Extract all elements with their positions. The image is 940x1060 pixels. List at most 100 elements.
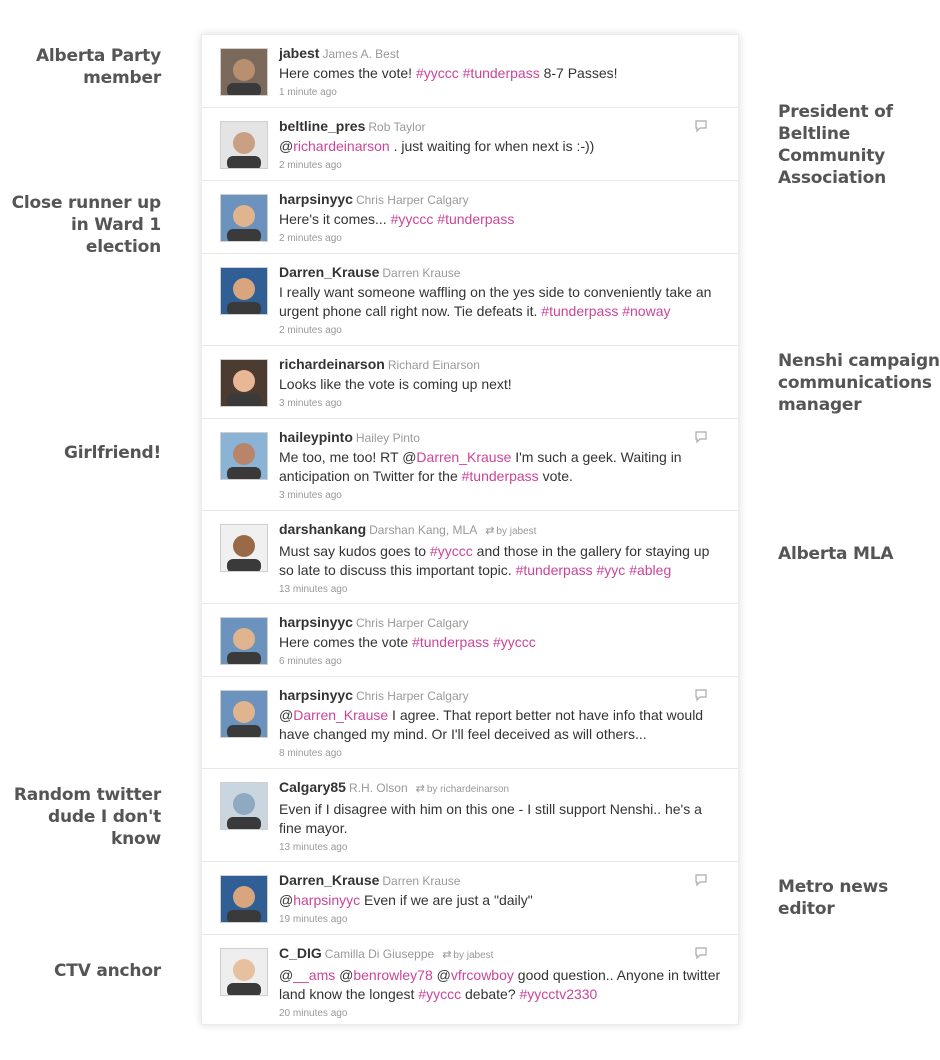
annotation-left-2: Girlfriend! xyxy=(64,442,161,464)
reply-icon[interactable] xyxy=(694,430,708,444)
tweet-link[interactable]: #tunderpass xyxy=(462,468,539,484)
tweet-text: Even if I disagree with him on this one … xyxy=(279,800,724,838)
tweet-item[interactable]: C_DIG Camilla Di Giuseppe ⇄ by jabest @__ams… xyxy=(202,935,738,1024)
tweet-link[interactable]: #tunderpass xyxy=(516,562,593,578)
avatar[interactable] xyxy=(220,121,268,169)
tweet-item[interactable]: jabest James A. Best Here comes the vote! … xyxy=(202,35,738,108)
annotation-line: manager xyxy=(778,395,862,415)
tweet-timestamp[interactable]: 1 minute ago xyxy=(279,86,724,100)
tweet-timestamp[interactable]: 8 minutes ago xyxy=(279,747,724,761)
tweet-handle[interactable]: C_DIG xyxy=(279,945,322,961)
tweet-link[interactable]: #tunderpass xyxy=(463,65,540,81)
tweet-link[interactable]: #tunderpass xyxy=(412,634,489,650)
annotation-line: Community xyxy=(778,146,886,166)
tweet-author-name: Darren Krause xyxy=(382,266,461,280)
tweet-timestamp[interactable]: 20 minutes ago xyxy=(279,1007,724,1021)
tweet-link[interactable]: #yyccc xyxy=(430,543,473,559)
tweet-handle[interactable]: Darren_Krause xyxy=(279,264,379,280)
tweet-link[interactable]: #yyc xyxy=(597,562,626,578)
tweet-author-name: Camilla Di Giuseppe xyxy=(324,947,435,961)
avatar[interactable] xyxy=(220,194,268,242)
avatar[interactable] xyxy=(220,782,268,830)
tweet-link[interactable]: Darren_Krause xyxy=(416,449,511,465)
retweeted-by[interactable]: by jabest xyxy=(453,950,493,961)
tweet-item[interactable]: Darren_Krause Darren Krause I really want … xyxy=(202,254,738,346)
tweet-link[interactable]: benrowley78 xyxy=(353,967,432,983)
avatar[interactable] xyxy=(220,359,268,407)
tweet-item[interactable]: harpsinyyc Chris Harper Calgary Here's it … xyxy=(202,181,738,254)
tweet-link[interactable]: Darren_Krause xyxy=(293,707,388,723)
avatar[interactable] xyxy=(220,524,268,572)
tweet-link[interactable]: #yycctv2330 xyxy=(520,986,598,1002)
annotation-line: member xyxy=(83,68,161,88)
avatar[interactable] xyxy=(220,48,268,96)
tweet-link[interactable]: #yyccc xyxy=(416,65,459,81)
tweet-text-segment: Must say kudos goes to xyxy=(279,543,430,559)
tweet-handle[interactable]: Calgary85 xyxy=(279,779,346,795)
annotation-left-4: CTV anchor xyxy=(54,960,161,982)
tweet-author-name: R.H. Olson xyxy=(348,781,408,795)
avatar[interactable] xyxy=(220,875,268,923)
avatar[interactable] xyxy=(220,948,268,996)
tweet-link[interactable]: #ableg xyxy=(629,562,671,578)
reply-icon[interactable] xyxy=(694,946,708,960)
tweet-link[interactable]: #yyccc xyxy=(391,211,434,227)
tweet-timestamp[interactable]: 3 minutes ago xyxy=(279,397,724,411)
reply-icon[interactable] xyxy=(694,688,708,702)
tweet-handle[interactable]: harpsinyyc xyxy=(279,687,353,703)
tweet-handle[interactable]: haileypinto xyxy=(279,429,353,445)
tweet-handle[interactable]: harpsinyyc xyxy=(279,191,353,207)
tweet-timestamp[interactable]: 3 minutes ago xyxy=(279,489,724,503)
tweet-link[interactable]: #noway xyxy=(622,303,670,319)
tweet-link[interactable]: vfrcowboy xyxy=(451,967,514,983)
tweet-handle[interactable]: Darren_Krause xyxy=(279,872,379,888)
tweet-item[interactable]: haileypinto Hailey Pinto Me too, me too! R… xyxy=(202,419,738,511)
tweet-handle[interactable]: darshankang xyxy=(279,521,366,537)
annotation-line: Girlfriend! xyxy=(64,443,161,463)
tweet-timestamp[interactable]: 13 minutes ago xyxy=(279,583,724,597)
reply-icon[interactable] xyxy=(694,873,708,887)
avatar[interactable] xyxy=(220,617,268,665)
tweet-timeline: jabest James A. Best Here comes the vote! … xyxy=(201,34,739,1025)
tweet-timestamp[interactable]: 2 minutes ago xyxy=(279,159,724,173)
tweet-link[interactable]: #tunderpass xyxy=(541,303,618,319)
annotation-line: in Ward 1 election xyxy=(71,215,161,257)
tweet-timestamp[interactable]: 2 minutes ago xyxy=(279,232,724,246)
avatar[interactable] xyxy=(220,432,268,480)
annotation-line: Alberta MLA xyxy=(778,544,894,564)
tweet-author-name: Rob Taylor xyxy=(368,120,426,134)
tweet-text: Here comes the vote #tunderpass #yyccc xyxy=(279,633,724,652)
annotation-left-3: Random twitter dude I don't know xyxy=(14,784,161,850)
tweet-handle[interactable]: beltline_pres xyxy=(279,118,365,134)
tweet-item[interactable]: richardeinarson Richard Einarson Looks lik… xyxy=(202,346,738,419)
reply-icon[interactable] xyxy=(694,119,708,133)
tweet-text-segment: @ xyxy=(335,967,354,983)
tweet-text-segment: @ xyxy=(432,967,451,983)
tweet-link[interactable]: #tunderpass xyxy=(437,211,514,227)
tweet-item[interactable]: harpsinyyc Chris Harper Calgary Here comes… xyxy=(202,604,738,677)
tweet-link[interactable]: #yyccc xyxy=(418,986,461,1002)
annotation-line: Beltline xyxy=(778,124,851,144)
tweet-item[interactable]: harpsinyyc Chris Harper Calgary @Darren_Kr… xyxy=(202,677,738,769)
tweet-timestamp[interactable]: 13 minutes ago xyxy=(279,841,724,855)
retweeted-by[interactable]: by richardeinarson xyxy=(427,784,509,795)
tweet-handle[interactable]: richardeinarson xyxy=(279,356,385,372)
tweet-timestamp[interactable]: 19 minutes ago xyxy=(279,913,724,927)
avatar[interactable] xyxy=(220,690,268,738)
tweet-text-segment: Looks like the vote is coming up next! xyxy=(279,376,512,392)
tweet-item[interactable]: Calgary85 R.H. Olson ⇄ by richardeinarson Ev… xyxy=(202,769,738,862)
tweet-link[interactable]: harpsinyyc xyxy=(293,892,360,908)
tweet-link[interactable]: #yyccc xyxy=(493,634,536,650)
tweet-item[interactable]: darshankang Darshan Kang, MLA ⇄ by jabest Mu… xyxy=(202,511,738,604)
tweet-handle[interactable]: harpsinyyc xyxy=(279,614,353,630)
retweeted-by[interactable]: by jabest xyxy=(496,526,536,537)
tweet-handle[interactable]: jabest xyxy=(279,45,319,61)
tweet-link[interactable]: __ams xyxy=(293,967,335,983)
tweet-item[interactable]: Darren_Krause Darren Krause @harpsinyyc Ev… xyxy=(202,862,738,935)
tweet-timestamp[interactable]: 2 minutes ago xyxy=(279,324,724,338)
tweet-item[interactable]: beltline_pres Rob Taylor @richardeinarson … xyxy=(202,108,738,181)
tweet-link[interactable]: richardeinarson xyxy=(293,138,390,154)
tweet-timestamp[interactable]: 6 minutes ago xyxy=(279,655,724,669)
annotation-right-2: Alberta MLA xyxy=(778,543,893,565)
avatar[interactable] xyxy=(220,267,268,315)
